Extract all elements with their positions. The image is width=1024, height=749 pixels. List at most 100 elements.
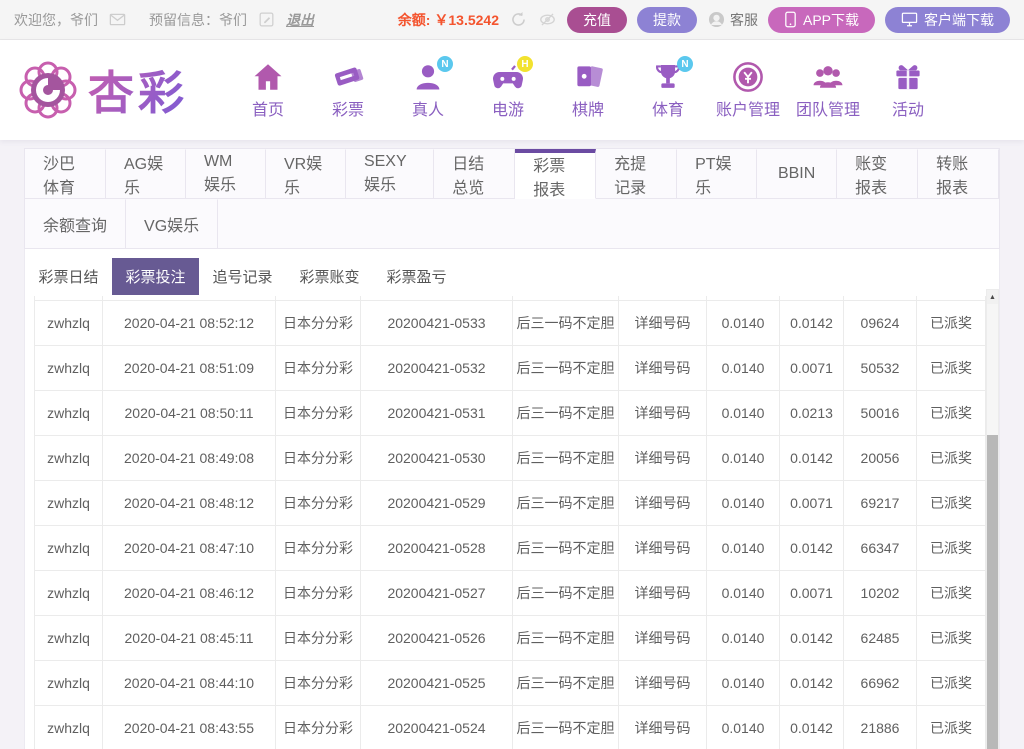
- cell-status: 已派奖: [917, 616, 986, 661]
- cell-odds: 0.0140: [707, 526, 780, 571]
- report-tab[interactable]: PT娱乐: [677, 149, 758, 199]
- cell-odds: 0.0140: [707, 391, 780, 436]
- nav-item[interactable]: 活动: [872, 56, 944, 124]
- detail-numbers-link[interactable]: 详细号码: [619, 526, 707, 571]
- nav-item[interactable]: 团队管理: [792, 56, 864, 124]
- eye-off-icon[interactable]: [538, 10, 557, 29]
- cell-status: 已派奖: [917, 706, 986, 749]
- cell-username: zwhzlq: [34, 391, 103, 436]
- detail-numbers-link[interactable]: 详细号码: [619, 616, 707, 661]
- cell-bet-type: 后三一码不定胆: [513, 706, 619, 749]
- cell-odds: 0.0140: [707, 661, 780, 706]
- nav-item[interactable]: 彩票: [312, 56, 384, 124]
- cell-bet-type: 后三一码不定胆: [513, 571, 619, 616]
- detail-numbers-link[interactable]: 详细号码: [619, 391, 707, 436]
- app-download-button[interactable]: APP下载: [767, 6, 875, 33]
- detail-numbers-link[interactable]: 详细号码: [619, 481, 707, 526]
- tab-row-2: 余额查询 VG娱乐: [25, 199, 999, 249]
- nav-badge: N: [437, 56, 453, 72]
- withdraw-button[interactable]: 提款: [636, 6, 697, 33]
- cell-username: zwhzlq: [34, 481, 103, 526]
- detail-numbers-link[interactable]: 详细号码: [619, 301, 707, 346]
- recharge-button[interactable]: 充值: [566, 6, 627, 33]
- nav-badge: N: [677, 56, 693, 72]
- cell-draw-numbers: 50532: [844, 346, 917, 391]
- cell-issue-number: 20200421-0525: [361, 661, 513, 706]
- report-tab[interactable]: VR娱乐: [265, 149, 346, 199]
- cell-game-name: 日本分分彩: [276, 661, 361, 706]
- mail-icon[interactable]: [108, 10, 127, 29]
- cell-amount: 0.0142: [780, 526, 844, 571]
- lottery-subtab[interactable]: 彩票账变: [286, 258, 373, 295]
- nav-item[interactable]: N 体育: [632, 56, 704, 124]
- topbar: 欢迎您，爷们 预留信息：爷们 退出 余额:￥13.5242 充值 提款 客服: [0, 0, 1024, 40]
- lottery-subtab[interactable]: 追号记录: [199, 258, 286, 295]
- cell-draw-numbers: 10202: [844, 571, 917, 616]
- report-tab[interactable]: AG娱乐: [105, 149, 186, 199]
- site-logo[interactable]: 杏彩: [16, 57, 188, 123]
- cell-bet-type: 后三一码不定胆: [513, 661, 619, 706]
- report-tab[interactable]: 转账报表: [918, 149, 1000, 199]
- nav-item[interactable]: 棋牌: [552, 56, 624, 124]
- nav-item[interactable]: N 真人: [392, 56, 464, 124]
- balance-value: ￥13.5242: [434, 11, 499, 28]
- customer-service[interactable]: 客服: [707, 10, 758, 30]
- table-row: zwhzlq 2020-04-21 08:45:11 日本分分彩 2020042…: [34, 616, 999, 661]
- lottery-subtab[interactable]: 彩票日结: [25, 258, 112, 295]
- cell-odds: 0.0140: [707, 571, 780, 616]
- balance: 余额: ￥13.5242: [397, 11, 499, 28]
- report-tab[interactable]: SEXY娱乐: [345, 149, 435, 199]
- detail-numbers-link[interactable]: 详细号码: [619, 436, 707, 481]
- cell-odds: 0.0140: [707, 346, 780, 391]
- report-tab[interactable]: VG娱乐: [126, 199, 219, 249]
- nav-item-icon: [571, 60, 605, 94]
- scrollbar-up-arrow[interactable]: ▲: [987, 290, 998, 304]
- cell-game-name: 日本分分彩: [276, 526, 361, 571]
- scrollbar-thumb[interactable]: [987, 435, 998, 749]
- cell-username: zwhzlq: [34, 301, 103, 346]
- cell-draw-numbers: 69217: [844, 481, 917, 526]
- cell-game-name: 日本分分彩: [276, 571, 361, 616]
- content-panel: 彩票日结 彩票投注 追号记录 彩票账变 彩票盈亏 zwhzlq 2020-04-21 0…: [24, 249, 1000, 749]
- report-tab[interactable]: BBIN: [757, 149, 838, 199]
- nav-item[interactable]: H 电游: [472, 56, 544, 124]
- cell-bet-type: 后三一码不定胆: [513, 616, 619, 661]
- table-row: zwhzlq 2020-04-21 08:50:11 日本分分彩 2020042…: [34, 391, 999, 436]
- report-tab[interactable]: 彩票报表: [515, 149, 597, 199]
- nav-badge: H: [517, 56, 533, 72]
- report-tab[interactable]: 日结总览: [434, 149, 516, 199]
- detail-numbers-link[interactable]: 详细号码: [619, 571, 707, 616]
- report-tab[interactable]: 充提记录: [596, 149, 678, 199]
- logout-link[interactable]: 退出: [286, 10, 314, 30]
- lottery-subtab[interactable]: 彩票盈亏: [373, 258, 460, 295]
- nav-item[interactable]: 账户管理: [712, 56, 784, 124]
- cell-issue-number: 20200421-0526: [361, 616, 513, 661]
- nav-item-label: 活动: [891, 102, 924, 119]
- detail-numbers-link[interactable]: 详细号码: [619, 346, 707, 391]
- detail-numbers-link[interactable]: 详细号码: [619, 661, 707, 706]
- report-tab[interactable]: WM娱乐: [185, 149, 266, 199]
- refresh-icon[interactable]: [509, 10, 528, 29]
- report-tab[interactable]: 账变报表: [837, 149, 919, 199]
- cell-amount: 0.0213: [780, 391, 844, 436]
- report-tab[interactable]: 沙巴体育: [25, 149, 106, 199]
- cell-odds: 0.0140: [707, 616, 780, 661]
- cell-odds: 0.0140: [707, 481, 780, 526]
- cell-draw-numbers: 09624: [844, 301, 917, 346]
- cell-status: 已派奖: [917, 301, 986, 346]
- lottery-subtab[interactable]: 彩票投注: [112, 258, 199, 295]
- cell-issue-number: 20200421-0527: [361, 571, 513, 616]
- edit-icon[interactable]: [257, 10, 276, 29]
- client-download-button[interactable]: 客户端下载: [885, 6, 1010, 33]
- cell-bet-type: 后三一码不定胆: [513, 436, 619, 481]
- nav-item[interactable]: 首页: [232, 56, 304, 124]
- cell-status: 已派奖: [917, 436, 986, 481]
- cell-issue-number: 20200421-0528: [361, 526, 513, 571]
- detail-numbers-link[interactable]: 详细号码: [619, 706, 707, 749]
- report-tab[interactable]: 余额查询: [25, 199, 127, 249]
- cell-bet-time: 2020-04-21 08:44:10: [103, 661, 276, 706]
- table-row: zwhzlq 2020-04-21 08:46:12 日本分分彩 2020042…: [34, 571, 999, 616]
- table-scrollbar[interactable]: ▲: [986, 289, 999, 749]
- nav-item-icon: N: [651, 56, 693, 94]
- cell-issue-number: 20200421-0524: [361, 706, 513, 749]
